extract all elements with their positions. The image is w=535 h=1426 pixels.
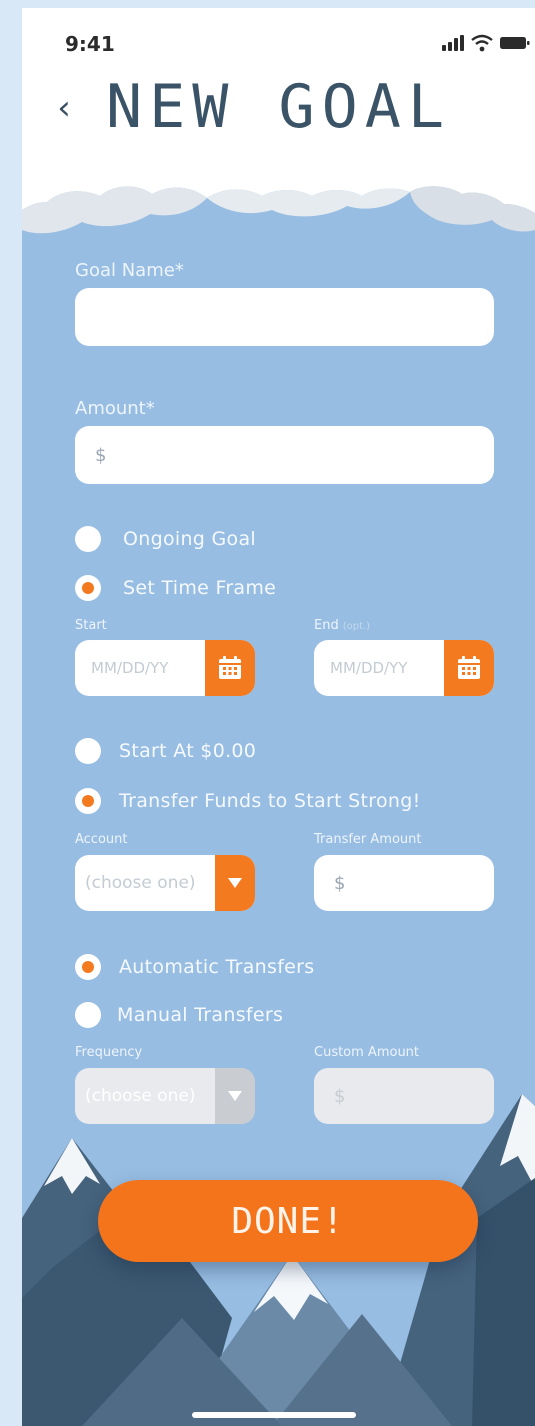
battery-icon (500, 37, 530, 49)
radio-label: Automatic Transfers (119, 956, 315, 978)
radio-automatic-transfers[interactable]: Automatic Transfers (75, 954, 314, 980)
calendar-icon (458, 656, 480, 679)
calendar-icon (219, 656, 241, 679)
account-select-value: (choose one) (85, 873, 196, 893)
account-dropdown-button[interactable] (215, 855, 255, 911)
radio-set-time-frame[interactable]: Set Time Frame (75, 575, 276, 601)
start-date-placeholder: MM/DD/YY (91, 659, 169, 677)
radio-manual-transfers[interactable]: Manual Transfers (75, 1002, 283, 1028)
account-label: Account (75, 832, 128, 847)
radio-start-at-zero[interactable]: Start At $0.00 (75, 738, 256, 764)
radio-label: Ongoing Goal (123, 528, 256, 550)
cloud-header: 9:41 ‹ NEW GOAL (22, 8, 535, 248)
transfer-amount-label: Transfer Amount (314, 832, 422, 847)
radio-button[interactable] (75, 1002, 101, 1028)
radio-ongoing-goal[interactable]: Ongoing Goal (75, 526, 256, 552)
caret-down-icon (228, 878, 242, 888)
goal-name-input[interactable] (75, 288, 494, 346)
radio-label: Start At $0.00 (119, 740, 257, 762)
frequency-select[interactable]: (choose one) (75, 1068, 255, 1124)
done-button[interactable]: DONE! (98, 1180, 478, 1262)
account-select[interactable]: (choose one) (75, 855, 255, 911)
page-title: NEW GOAL (106, 72, 451, 142)
radio-button[interactable] (75, 738, 101, 764)
radio-button[interactable] (75, 954, 101, 980)
caret-down-icon (228, 1091, 242, 1101)
transfer-amount-input[interactable]: $ (314, 855, 494, 911)
amount-currency-prefix: $ (95, 444, 107, 466)
radio-button[interactable] (75, 526, 101, 552)
status-time: 9:41 (65, 32, 115, 56)
custom-amount-label: Custom Amount (314, 1045, 420, 1060)
phone-screen: 9:41 ‹ NEW GOAL Goal Name* Amount* $ Ong… (22, 8, 535, 1426)
frequency-dropdown-button[interactable] (215, 1068, 255, 1124)
wifi-icon (471, 34, 493, 52)
end-date-placeholder: MM/DD/YY (330, 659, 408, 677)
start-date-field[interactable]: MM/DD/YY (75, 640, 255, 696)
end-calendar-button[interactable] (444, 640, 494, 696)
radio-label: Manual Transfers (117, 1004, 284, 1026)
start-calendar-button[interactable] (205, 640, 255, 696)
radio-button[interactable] (75, 788, 101, 814)
optional-hint: (opt.) (342, 621, 371, 632)
frequency-label: Frequency (75, 1045, 143, 1060)
end-date-label: End (opt.) (314, 618, 371, 633)
radio-button[interactable] (75, 575, 101, 601)
custom-amount-input[interactable]: $ (314, 1068, 494, 1124)
end-date-field[interactable]: MM/DD/YY (314, 640, 494, 696)
radio-label: Transfer Funds to Start Strong! (119, 790, 421, 812)
signal-icon (442, 35, 464, 51)
radio-transfer-funds[interactable]: Transfer Funds to Start Strong! (75, 788, 421, 814)
amount-label: Amount* (75, 398, 155, 419)
start-date-label: Start (75, 618, 107, 633)
home-indicator (192, 1412, 356, 1418)
custom-amount-currency-prefix: $ (334, 1085, 346, 1107)
amount-input[interactable]: $ (75, 426, 494, 484)
transfer-amount-currency-prefix: $ (334, 872, 346, 894)
radio-label: Set Time Frame (123, 577, 277, 599)
goal-name-label: Goal Name* (75, 260, 184, 281)
frequency-select-value: (choose one) (85, 1086, 196, 1106)
